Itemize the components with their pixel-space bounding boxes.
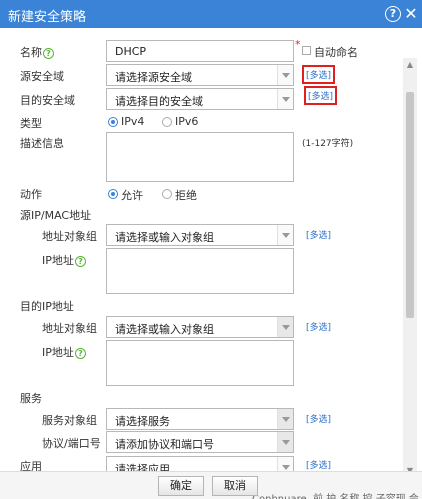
background-text: Conhnuare. 前 护 名称 控 子容现 会 方	[252, 490, 422, 499]
action-allow-label: 允许	[121, 189, 143, 202]
service-obj-placeholder: 请选择服务	[115, 415, 170, 428]
auto-name-label: 自动命名	[314, 46, 358, 59]
chevron-down-icon[interactable]	[277, 225, 293, 245]
desc-textarea[interactable]	[106, 132, 294, 182]
app-placeholder: 请选择应用	[115, 463, 170, 471]
dst-addr-multi-link[interactable]: [多选]	[306, 320, 331, 333]
dst-section-title: 目的IP地址	[20, 300, 74, 313]
type-ipv4-radio[interactable]	[108, 117, 118, 127]
src-zone-multi-link[interactable]: [多选]	[302, 65, 336, 84]
proto-port-placeholder: 请添加协议和端口号	[115, 438, 214, 451]
app-select[interactable]: 请选择应用	[106, 456, 294, 471]
chevron-down-icon[interactable]	[277, 317, 293, 337]
type-label: 类型	[20, 117, 42, 130]
src-addr-multi-link[interactable]: [多选]	[306, 228, 331, 241]
dst-zone-placeholder: 请选择目的安全域	[115, 95, 203, 108]
type-ipv6-radio[interactable]	[162, 117, 172, 127]
dialog-content: 名称? DHCP * 自动命名 源安全域 请选择源安全域 [多选] 目的安全域 …	[0, 28, 422, 471]
service-obj-label: 服务对象组	[42, 414, 97, 427]
action-deny-radio[interactable]	[162, 189, 172, 199]
dialog-titlebar: 新建安全策略 ? ✕	[0, 0, 422, 28]
dst-addr-obj-placeholder: 请选择或输入对象组	[115, 323, 214, 336]
src-addr-obj-placeholder: 请选择或输入对象组	[115, 231, 214, 244]
src-zone-select[interactable]: 请选择源安全域	[106, 64, 294, 86]
scroll-up-icon[interactable]: ▲	[403, 60, 417, 72]
help-icon[interactable]: ?	[385, 6, 401, 22]
src-section-title: 源IP/MAC地址	[20, 209, 92, 222]
app-section-title: 应用	[20, 460, 42, 471]
dst-zone-select[interactable]: 请选择目的安全域	[106, 88, 294, 110]
required-marker: *	[295, 38, 301, 51]
src-zone-placeholder: 请选择源安全域	[115, 71, 192, 84]
src-addr-obj-select[interactable]: 请选择或输入对象组	[106, 224, 294, 246]
type-ipv6-label: IPv6	[175, 115, 199, 128]
chevron-down-icon[interactable]	[277, 432, 293, 452]
scrollbar-thumb[interactable]	[406, 92, 414, 318]
src-ip-label: IP地址?	[42, 252, 86, 268]
cancel-button[interactable]: 取消	[212, 476, 258, 496]
service-multi-link[interactable]: [多选]	[306, 412, 331, 425]
chevron-down-icon[interactable]	[277, 409, 293, 429]
auto-name-checkbox[interactable]	[302, 46, 311, 55]
name-input[interactable]: DHCP	[106, 40, 294, 62]
close-icon[interactable]: ✕	[403, 6, 419, 22]
dialog-title: 新建安全策略	[8, 10, 87, 25]
proto-port-select[interactable]: 请添加协议和端口号	[106, 431, 294, 453]
app-multi-link[interactable]: [多选]	[306, 458, 331, 471]
help-icon[interactable]: ?	[74, 347, 86, 359]
chevron-down-icon[interactable]	[277, 457, 293, 471]
dst-zone-multi-link[interactable]: [多选]	[304, 86, 338, 105]
dst-addr-obj-select[interactable]: 请选择或输入对象组	[106, 316, 294, 338]
dst-zone-label: 目的安全域	[20, 94, 75, 107]
src-ip-textarea[interactable]	[106, 248, 294, 294]
help-icon[interactable]: ?	[74, 255, 86, 267]
action-label: 动作	[20, 188, 42, 201]
dst-addr-obj-label: 地址对象组	[42, 322, 97, 335]
vertical-scrollbar[interactable]: ▲ ▼	[403, 58, 417, 471]
src-zone-label: 源安全域	[20, 70, 64, 83]
ok-button[interactable]: 确定	[158, 476, 204, 496]
dst-ip-label: IP地址?	[42, 344, 86, 360]
action-allow-radio[interactable]	[108, 189, 118, 199]
desc-label: 描述信息	[20, 137, 64, 150]
dst-ip-textarea[interactable]	[106, 340, 294, 386]
src-addr-obj-label: 地址对象组	[42, 230, 97, 243]
chevron-down-icon[interactable]	[277, 89, 293, 109]
dialog-footer: Conhnuare. 前 护 名称 控 子容现 会 方 确定 取消	[0, 471, 422, 499]
chevron-down-icon[interactable]	[277, 65, 293, 85]
service-obj-select[interactable]: 请选择服务	[106, 408, 294, 430]
service-section-title: 服务	[20, 392, 42, 405]
desc-hint: (1-127字符)	[302, 139, 354, 149]
type-ipv4-label: IPv4	[121, 115, 145, 128]
proto-port-label: 协议/端口号	[42, 437, 101, 450]
action-deny-label: 拒绝	[175, 189, 197, 202]
help-icon[interactable]: ?	[43, 47, 54, 59]
name-label: 名称?	[20, 44, 54, 60]
